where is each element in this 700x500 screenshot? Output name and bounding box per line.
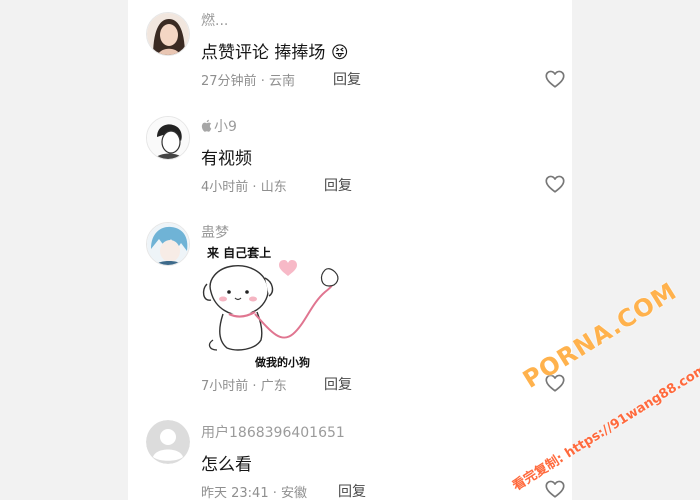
comment-meta: 4小时前 · 山东 [201, 176, 287, 195]
comment-text-content: 点赞评论 捧捧场 [201, 43, 326, 63]
comment-text: 有视频 [201, 149, 252, 169]
heart-icon[interactable] [544, 478, 566, 500]
reply-button[interactable]: 回复 [333, 69, 361, 89]
comment-meta: 27分钟前 · 云南 [201, 70, 295, 89]
heart-icon[interactable] [544, 173, 566, 195]
meta-separator: · [260, 74, 265, 89]
username[interactable]: 燃... [201, 10, 228, 30]
comment-text: 点赞评论 捧捧场 😝 [201, 38, 349, 63]
comment-meta: 7小时前 · 广东 [201, 375, 287, 394]
username[interactable]: 蛊梦 [201, 222, 229, 242]
sticker-image[interactable]: 来 自己套上 做我的小狗 [201, 240, 361, 372]
avatar[interactable] [146, 12, 190, 56]
username[interactable]: 用户1868396401651 [201, 422, 345, 442]
grin-emoji: 😝 [330, 43, 349, 63]
comment-time: 7小时前 [201, 379, 249, 394]
comment-time: 27分钟前 [201, 74, 257, 89]
reply-button[interactable]: 回复 [324, 374, 352, 394]
avatar[interactable] [146, 420, 190, 464]
username[interactable]: 小9 [201, 116, 237, 136]
heart-icon[interactable] [544, 372, 566, 394]
comment-meta: 昨天 23:41 · 安徽 [201, 482, 307, 500]
meta-separator: · [272, 486, 277, 500]
comment-list: 燃... 点赞评论 捧捧场 😝 27分钟前 · 云南 回复 小9 有视频 4小时… [128, 0, 572, 500]
sticker-caption-bottom: 做我的小狗 [255, 356, 310, 369]
apple-icon [201, 119, 212, 136]
comment-location: 广东 [260, 379, 287, 394]
meta-separator: · [252, 379, 257, 394]
username-text: 小9 [214, 119, 237, 135]
avatar[interactable] [146, 222, 190, 266]
meta-separator: · [252, 180, 257, 195]
reply-button[interactable]: 回复 [324, 175, 352, 195]
comment-location: 山东 [260, 180, 287, 195]
avatar[interactable] [146, 116, 190, 160]
comment-time: 4小时前 [201, 180, 249, 195]
comment-text: 怎么看 [201, 455, 252, 475]
comment-location: 安徽 [281, 486, 308, 500]
comment-location: 云南 [268, 74, 295, 89]
reply-button[interactable]: 回复 [338, 481, 366, 500]
comment-time: 昨天 23:41 [201, 486, 269, 500]
heart-icon[interactable] [544, 68, 566, 90]
sticker-caption-top: 来 自己套上 [207, 246, 272, 260]
